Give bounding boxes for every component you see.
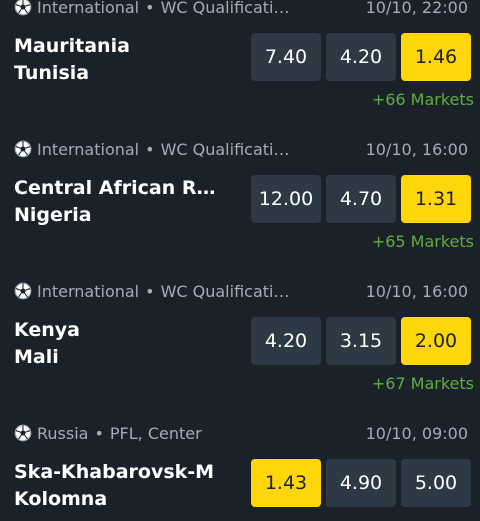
- competition-ellipsis: …: [273, 281, 290, 301]
- match-meta: Russia • PFL, Center: [14, 423, 202, 443]
- soccer-ball-icon: [14, 424, 32, 442]
- competition-name: WC Qualificati: [160, 139, 274, 159]
- odds-draw-button[interactable]: 3.15: [326, 317, 396, 365]
- odds-row: 12.00 4.70 1.31: [251, 175, 471, 223]
- odds-home-button[interactable]: 4.20: [251, 317, 321, 365]
- competition-ellipsis: …: [273, 139, 290, 159]
- away-team: Mali: [14, 346, 59, 368]
- odds-home-button[interactable]: 7.40: [251, 33, 321, 81]
- odds-draw-button[interactable]: 4.90: [326, 459, 396, 507]
- teams: Ska-Khabarovsk-M Kolomna: [14, 459, 244, 513]
- match-datetime: 10/10, 22:00: [365, 0, 468, 17]
- soccer-ball-icon: [14, 0, 32, 16]
- separator-dot: •: [145, 281, 155, 301]
- match-meta: International • WC Qualificati…: [14, 281, 289, 301]
- match-meta: International • WC Qualificati…: [14, 0, 289, 17]
- teams: Central African R… Nigeria: [14, 175, 244, 229]
- match-datetime: 10/10, 16:00: [365, 139, 468, 159]
- match-datetime: 10/10, 09:00: [365, 423, 468, 443]
- odds-away-button[interactable]: 2.00: [401, 317, 471, 365]
- more-markets-link[interactable]: +66 Markets: [372, 89, 474, 109]
- home-team: Kenya: [14, 319, 81, 341]
- separator-dot: •: [145, 139, 155, 159]
- competition-name: PFL, Center: [109, 423, 202, 443]
- away-team: Tunisia: [14, 62, 90, 84]
- odds-away-button[interactable]: 1.46: [401, 33, 471, 81]
- competition-ellipsis: …: [273, 0, 290, 17]
- separator-dot: •: [145, 0, 155, 17]
- more-markets-link[interactable]: +65 Markets: [372, 231, 474, 251]
- home-team: Central African R…: [14, 177, 216, 199]
- competition-name: WC Qualificati: [160, 0, 274, 17]
- match-datetime: 10/10, 16:00: [365, 281, 468, 301]
- odds-home-button[interactable]: 1.43: [251, 459, 321, 507]
- more-markets-link[interactable]: +67 Markets: [372, 373, 474, 393]
- league-name: Russia: [37, 423, 89, 443]
- teams: Mauritania Tunisia: [14, 33, 244, 87]
- soccer-ball-icon: [14, 282, 32, 300]
- odds-home-button[interactable]: 12.00: [251, 175, 321, 223]
- odds-draw-button[interactable]: 4.70: [326, 175, 396, 223]
- teams: Kenya Mali: [14, 317, 244, 371]
- league-name: International: [37, 281, 140, 301]
- separator-dot: •: [94, 423, 104, 443]
- home-team: Mauritania: [14, 35, 130, 57]
- league-name: International: [37, 139, 140, 159]
- odds-draw-button[interactable]: 4.20: [326, 33, 396, 81]
- home-team: Ska-Khabarovsk-M: [14, 461, 215, 483]
- odds-row: 4.20 3.15 2.00: [251, 317, 471, 365]
- competition-name: WC Qualificati: [160, 281, 274, 301]
- odds-row: 7.40 4.20 1.46: [251, 33, 471, 81]
- soccer-ball-icon: [14, 140, 32, 158]
- league-name: International: [37, 0, 140, 17]
- away-team: Nigeria: [14, 204, 92, 226]
- odds-row: 1.43 4.90 5.00: [251, 459, 471, 507]
- away-team: Kolomna: [14, 488, 108, 510]
- odds-away-button[interactable]: 5.00: [401, 459, 471, 507]
- odds-away-button[interactable]: 1.31: [401, 175, 471, 223]
- match-meta: International • WC Qualificati…: [14, 139, 289, 159]
